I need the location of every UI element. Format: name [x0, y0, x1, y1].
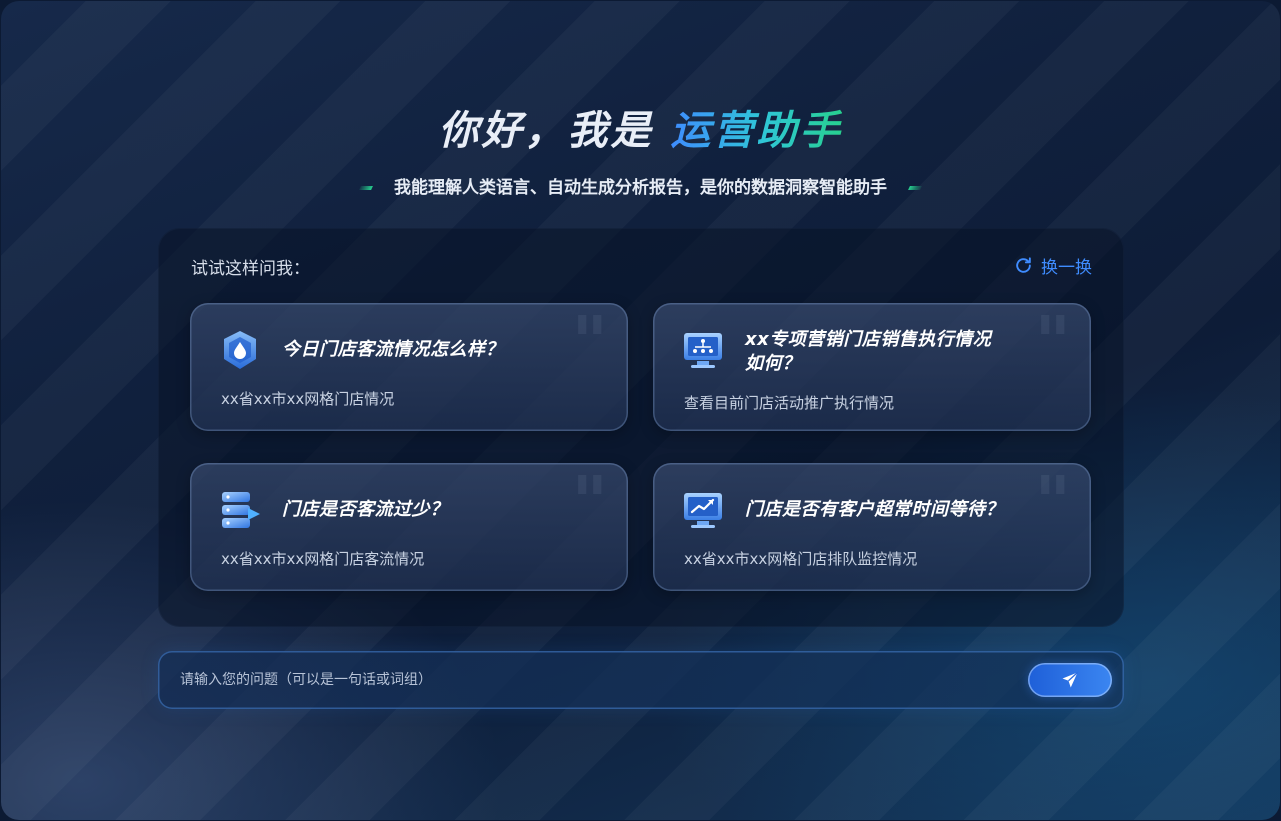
suggestion-description: xx省xx市xx网格门店排队监控情况 — [684, 550, 918, 568]
quote-mark-icon: " — [1034, 460, 1071, 543]
refresh-button[interactable]: 换一换 — [1014, 253, 1092, 278]
greeting-text: 你好，我是 — [438, 108, 671, 154]
subtitle-text: 我能理解人类语言、自动生成分析报告，是你的数据洞察智能助手 — [394, 178, 887, 198]
page-title: 你好，我是 运营助手 — [0, 104, 1281, 158]
suggestions-title: 试试这样问我： — [191, 259, 310, 279]
subtitle-decoration-right — [908, 186, 922, 190]
suggestion-card-2[interactable]: " xx专项营销门店销售执行情况 如何？ 查看目前门店活动推广执行情况 — [653, 303, 1091, 431]
quote-mark-icon: " — [571, 460, 608, 543]
question-input[interactable] — [180, 665, 1000, 695]
subtitle-decoration-left — [359, 186, 373, 190]
suggestions-panel: 试试这样问我： 换一换 " 今日门店客流情况怎么样？ xx省xx市xx网格门店情… — [158, 228, 1124, 627]
suggestion-question: xx专项营销门店销售执行情况 如何？ — [745, 328, 991, 376]
suggestion-description: 查看目前门店活动推广执行情况 — [684, 394, 895, 412]
paper-plane-icon — [1062, 672, 1078, 688]
server-stack-icon — [222, 492, 260, 528]
suggestion-card-3[interactable]: " 门店是否客流过少？ xx省xx市xx网格门店客流情况 — [190, 463, 628, 591]
assistant-name: 运营助手 — [670, 108, 843, 154]
send-button[interactable] — [1028, 663, 1112, 697]
suggestion-question: 今日门店客流情况怎么样？ — [282, 339, 504, 360]
page-subtitle: 我能理解人类语言、自动生成分析报告，是你的数据洞察智能助手 — [0, 176, 1281, 200]
shield-droplet-icon — [224, 331, 256, 369]
suggestion-question: 门店是否客流过少？ — [282, 499, 449, 520]
suggestion-description: xx省xx市xx网格门店情况 — [221, 390, 395, 408]
question-input-bar — [158, 651, 1124, 709]
suggestion-card-4[interactable]: " 门店是否有客户超常时间等待？ xx省xx市xx网格门店排队监控情况 — [653, 463, 1091, 591]
refresh-icon — [1016, 257, 1031, 273]
suggestion-description: xx省xx市xx网格门店客流情况 — [221, 550, 425, 568]
suggestion-question-line-1: xx专项营销门店销售执行情况 — [745, 329, 992, 350]
suggestion-question-line-2: 如何？ — [745, 353, 801, 374]
quote-mark-icon: " — [571, 300, 608, 383]
monitor-network-icon — [684, 333, 722, 368]
suggestion-card-1[interactable]: " 今日门店客流情况怎么样？ xx省xx市xx网格门店情况 — [190, 303, 628, 431]
monitor-trend-icon — [684, 493, 722, 528]
quote-mark-icon: " — [1034, 300, 1071, 383]
refresh-label: 换一换 — [1041, 258, 1092, 278]
suggestion-question: 门店是否有客户超常时间等待？ — [745, 499, 1004, 520]
